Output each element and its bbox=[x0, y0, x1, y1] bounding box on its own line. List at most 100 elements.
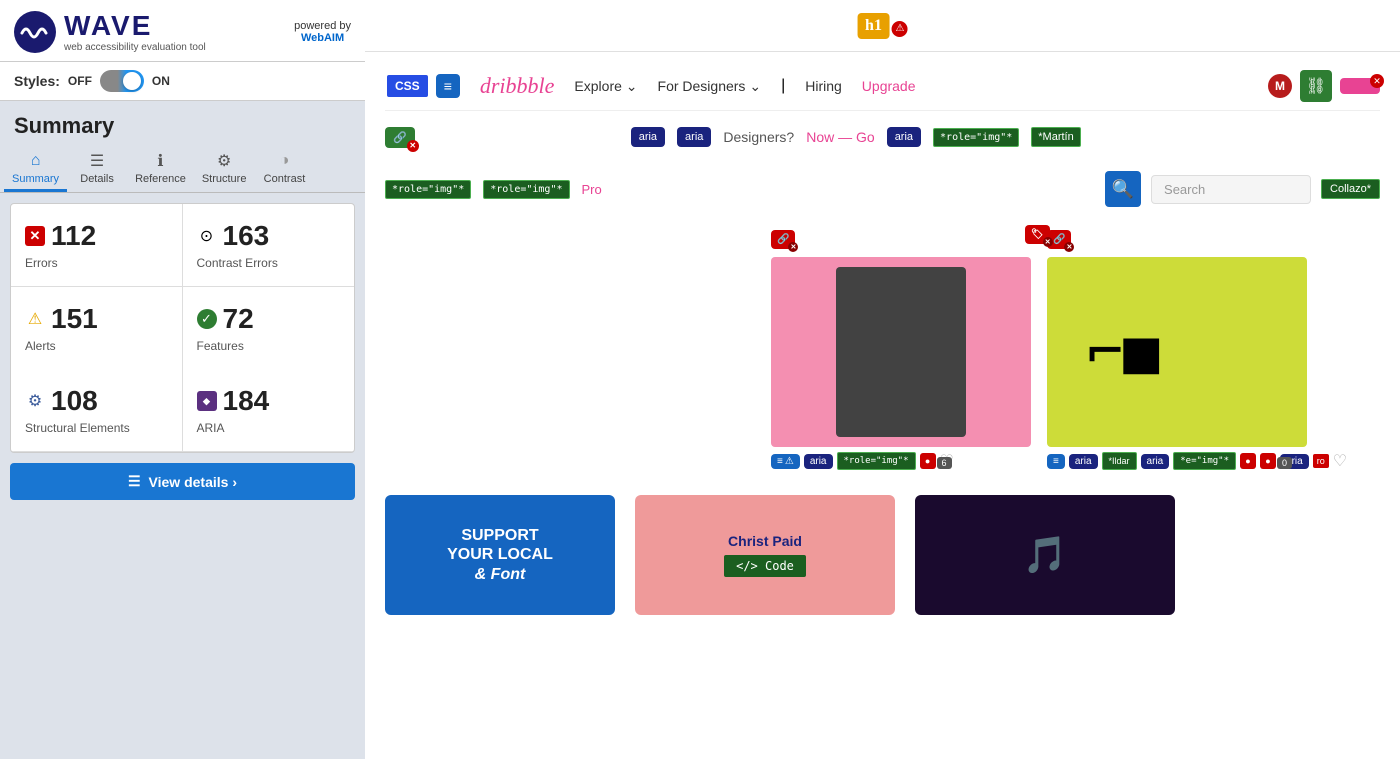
errors-label: Errors bbox=[25, 256, 58, 270]
structural-count: 108 bbox=[51, 385, 98, 417]
view-details-button[interactable]: ☰ View details › bbox=[10, 463, 355, 500]
role-img-badge-3: *role="img"* bbox=[483, 180, 569, 199]
cards-section: 🏷 ✕ 🔗 ✕ bbox=[385, 225, 1380, 475]
aria-badge-2: aria bbox=[677, 127, 711, 147]
yellow-card-svg: ⌐■ bbox=[1077, 302, 1277, 402]
for-designers-link[interactable]: For Designers ⌄ bbox=[658, 78, 762, 95]
summary-title: Summary bbox=[0, 101, 365, 145]
ildar-badge: *Ildar bbox=[1102, 452, 1137, 470]
hiring-link[interactable]: Hiring bbox=[805, 78, 842, 94]
nav-separator: | bbox=[781, 77, 785, 95]
contrast-errors-row: ⊙ 163 bbox=[197, 220, 270, 252]
stat-errors: ✕ 112 Errors bbox=[11, 204, 183, 287]
features-count: 72 bbox=[223, 303, 254, 335]
support-text: SUPPORTYOUR LOCAL& Font bbox=[447, 526, 553, 584]
list-icon: ☰ bbox=[87, 151, 107, 171]
search-row: *role="img"* *role="img"* Pro 🔍 Search C… bbox=[385, 163, 1380, 215]
home-icon: ⌂ bbox=[26, 151, 46, 171]
wave-header: WAVE web accessibility evaluation tool p… bbox=[0, 0, 365, 62]
structural-row: ⚙ 108 bbox=[25, 385, 98, 417]
features-row: ✓ 72 bbox=[197, 303, 254, 335]
sidebar: WAVE web accessibility evaluation tool p… bbox=[0, 0, 365, 759]
main-top-bar: h1 ⚠ bbox=[365, 0, 1400, 52]
tabs: ⌂ Summary ☰ Details ℹ Reference ⚙ Struct… bbox=[0, 145, 365, 193]
list-icon-sm-2: ≡ bbox=[1053, 456, 1059, 467]
count-0: 0 bbox=[1277, 457, 1292, 469]
features-label: Features bbox=[197, 339, 244, 353]
stat-features: ✓ 72 Features bbox=[183, 287, 355, 369]
aria-row: ◆ 184 bbox=[197, 385, 270, 417]
wave-logo-text: WAVE bbox=[64, 10, 206, 42]
code-badge-bottom: </> Code bbox=[724, 555, 806, 577]
now-go-link[interactable]: Now — Go bbox=[806, 129, 874, 145]
ro-badge: ro bbox=[1313, 454, 1329, 468]
feature-icon: ✓ bbox=[197, 309, 217, 329]
wave-logo-icon bbox=[14, 11, 56, 53]
link-red-badge-1: 🔗 ✕ bbox=[771, 230, 795, 249]
yellow-card-overlay-row: 🔗 ✕ bbox=[1047, 225, 1347, 253]
role-img-sm-2: *e="img"* bbox=[1173, 452, 1236, 470]
structural-icon: ⚙ bbox=[25, 391, 45, 411]
structural-label: Structural Elements bbox=[25, 421, 130, 435]
alerts-row: ⚠ 151 bbox=[25, 303, 98, 335]
aria-sm-badge-1: aria bbox=[804, 454, 833, 469]
tab-details[interactable]: ☰ Details bbox=[67, 145, 127, 192]
christ-paid-text: Christ Paid bbox=[728, 533, 802, 549]
h1-badge: h1 ⚠ bbox=[857, 13, 908, 39]
dribbble-nav: CSS ≡ dribbble Explore ⌄ For Designers ⌄… bbox=[385, 62, 1380, 111]
tab-contrast[interactable]: ◑ Contrast bbox=[254, 145, 314, 192]
tab-structure-label: Structure bbox=[202, 173, 247, 185]
link-badge-1: 🔗 ✕ bbox=[385, 127, 415, 148]
yellow-card-image: ⌐■ bbox=[1047, 257, 1307, 447]
role-img-badge-1: *role="img"* bbox=[933, 128, 1019, 147]
aria-sm-badge-3: aria bbox=[1141, 454, 1170, 469]
pink-card-overlay-row: 🔗 ✕ bbox=[771, 225, 1031, 253]
styles-toggle[interactable] bbox=[100, 70, 144, 92]
h1-box: h1 bbox=[857, 13, 890, 39]
aria-label: ARIA bbox=[197, 421, 225, 435]
tab-summary[interactable]: ⌂ Summary bbox=[4, 145, 67, 192]
tab-summary-label: Summary bbox=[12, 173, 59, 185]
music-icon: 🎵 bbox=[1023, 534, 1068, 576]
tab-contrast-label: Contrast bbox=[264, 173, 306, 185]
tab-reference[interactable]: ℹ Reference bbox=[127, 145, 194, 192]
cards-row: 🔗 ✕ ≡ ⚠ aria *role="img"* bbox=[385, 225, 1380, 475]
toggle-knob bbox=[123, 72, 141, 90]
christ-paid-card: Christ Paid </> Code bbox=[635, 495, 895, 615]
alerts-count: 151 bbox=[51, 303, 98, 335]
lower-cards-section: SUPPORTYOUR LOCAL& Font Christ Paid </> … bbox=[385, 485, 1380, 625]
main-content: h1 ⚠ CSS ≡ dribbble Explore ⌄ For Design… bbox=[365, 0, 1400, 759]
stat-contrast-errors: ⊙ 163 Contrast Errors bbox=[183, 204, 355, 287]
css-shield-badge: CSS bbox=[385, 73, 430, 99]
close-icon-link: ✕ bbox=[407, 140, 419, 152]
stat-structural: ⚙ 108 Structural Elements bbox=[11, 369, 183, 452]
martin-badge: *Martín bbox=[1031, 127, 1080, 147]
yellow-card-bottom-badges: ≡ aria *Ildar aria *e="img"* ● ● 0 bbox=[1047, 447, 1347, 475]
webaim-link[interactable]: WebAIM bbox=[301, 32, 344, 44]
overlays-row: 🔗 ✕ aria aria Designers? Now — Go aria *… bbox=[385, 111, 1380, 163]
aria-sm-badge-2: aria bbox=[1069, 454, 1098, 469]
role-img-badge-2: *role="img"* bbox=[385, 180, 471, 199]
close-icon: ✕ bbox=[1370, 74, 1384, 88]
toggle-on-label: ON bbox=[152, 74, 170, 88]
role-img-sm-1: *role="img"* bbox=[837, 452, 916, 470]
main-content-area: CSS ≡ dribbble Explore ⌄ For Designers ⌄… bbox=[365, 52, 1400, 635]
wave-logo: WAVE web accessibility evaluation tool bbox=[14, 10, 206, 53]
search-input[interactable]: Search bbox=[1151, 175, 1311, 204]
contrast-icon: ◑ bbox=[274, 151, 294, 171]
pink-card-bottom-badges: ≡ ⚠ aria *role="img"* ● 6 ♡ bbox=[771, 447, 1031, 475]
action-button[interactable]: ✕ bbox=[1340, 78, 1380, 94]
tag-badge-container: 🏷 ✕ bbox=[1025, 225, 1050, 244]
stat-aria: ◆ 184 ARIA bbox=[183, 369, 355, 452]
warning-sm: ⚠ bbox=[785, 456, 794, 467]
upgrade-link[interactable]: Upgrade bbox=[862, 78, 916, 94]
info-icon: ℹ bbox=[150, 151, 170, 171]
powered-by-text: powered by bbox=[294, 20, 351, 32]
tab-structure[interactable]: ⚙ Structure bbox=[194, 145, 255, 192]
designers-row: aria aria Designers? Now — Go aria *role… bbox=[631, 119, 1081, 155]
list-icon-sm: ≡ bbox=[777, 456, 783, 467]
stat-alerts: ⚠ 151 Alerts bbox=[11, 287, 183, 369]
tab-reference-label: Reference bbox=[135, 173, 186, 185]
explore-link[interactable]: Explore ⌄ bbox=[574, 78, 637, 95]
list-aria-badge-1: ≡ ⚠ bbox=[771, 454, 800, 469]
